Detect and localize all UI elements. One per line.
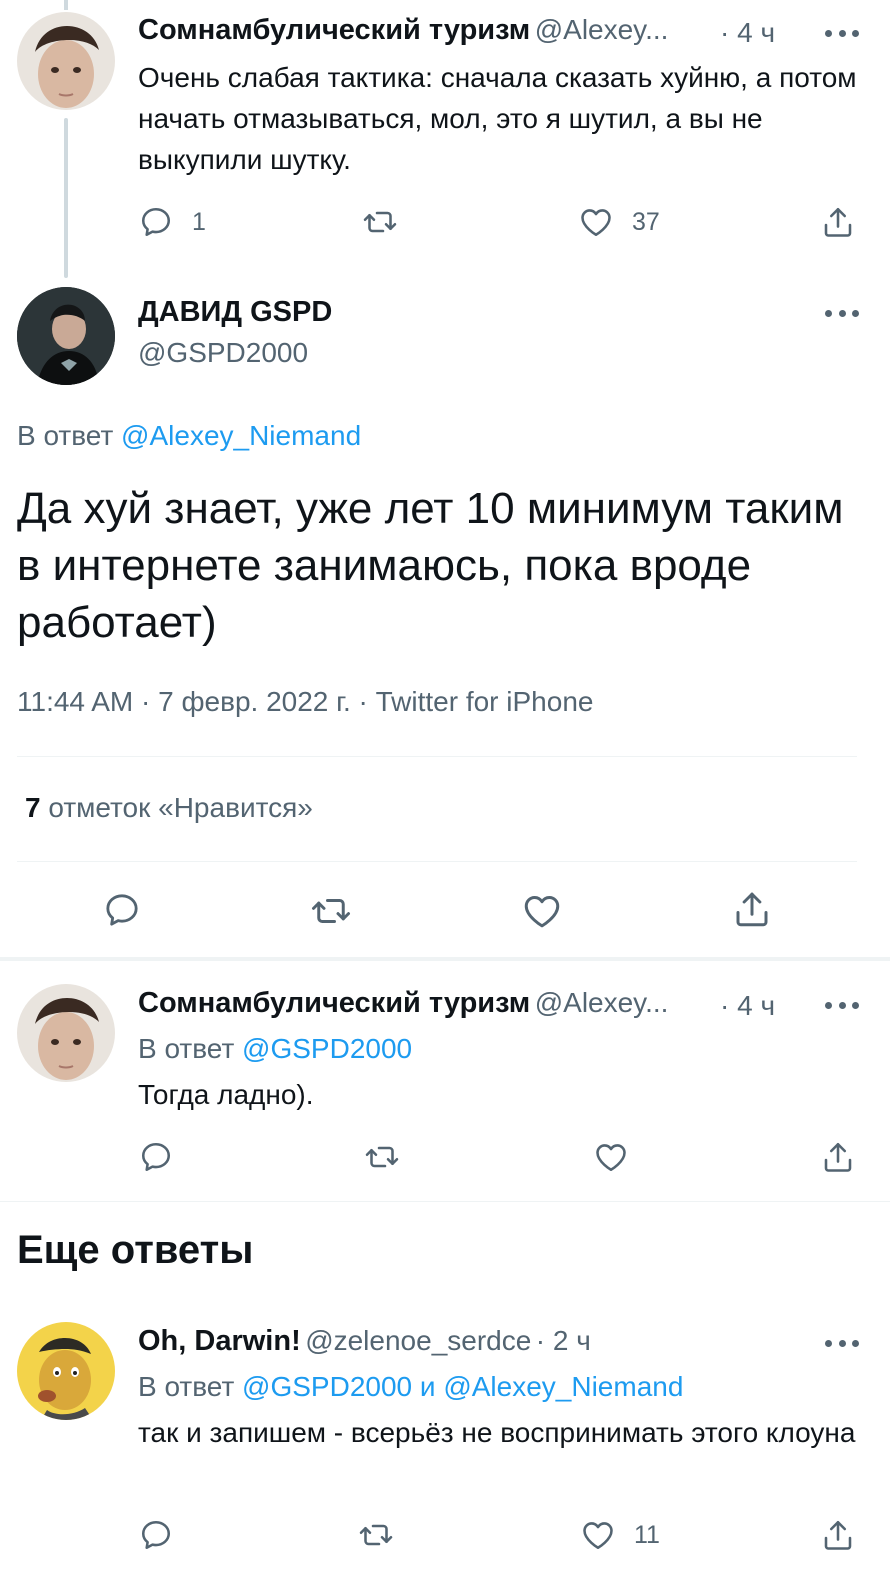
avatar[interactable] bbox=[17, 287, 115, 385]
section-divider bbox=[0, 957, 890, 961]
tweet-text: Да хуй знает, уже лет 10 минимум таким в… bbox=[17, 484, 844, 647]
reply-prefix: В ответ bbox=[17, 420, 122, 451]
divider bbox=[17, 861, 857, 862]
retweet-icon bbox=[358, 1517, 394, 1553]
like-button[interactable]: 11 bbox=[580, 1517, 660, 1553]
mention-link[interactable]: @GSPD2000 bbox=[242, 1033, 412, 1064]
like-icon bbox=[593, 1139, 629, 1175]
share-icon bbox=[820, 1139, 856, 1175]
like-count: 37 bbox=[632, 207, 660, 236]
reply-prefix: В ответ bbox=[138, 1033, 243, 1064]
more-icon[interactable] bbox=[825, 1000, 859, 1010]
user-handle[interactable]: @zelenoe_serdce bbox=[305, 1325, 531, 1356]
tweet-time[interactable]: · 4 ч bbox=[720, 990, 775, 1022]
display-name[interactable]: Oh, Darwin! bbox=[138, 1325, 301, 1357]
share-icon bbox=[820, 1517, 856, 1553]
like-button[interactable]: 37 bbox=[578, 204, 660, 240]
more-icon[interactable] bbox=[825, 308, 859, 318]
reply-icon bbox=[138, 1139, 174, 1175]
reply-context: В ответ @GSPD2000 bbox=[138, 1033, 412, 1065]
user-handle[interactable]: @GSPD2000 bbox=[138, 337, 308, 369]
display-name-text: ДАВИД GSPD bbox=[138, 296, 333, 328]
avatar[interactable] bbox=[17, 984, 115, 1082]
more-icon[interactable] bbox=[825, 28, 859, 38]
tweet-header: Oh, Darwin! @zelenoe_serdce · 2 ч bbox=[138, 1325, 591, 1358]
retweet-button[interactable] bbox=[364, 1139, 400, 1175]
reply-button[interactable] bbox=[138, 1517, 174, 1553]
thread-line bbox=[64, 0, 68, 10]
share-icon bbox=[731, 888, 773, 930]
retweet-button[interactable] bbox=[362, 204, 398, 240]
section-title: Еще ответы bbox=[17, 1228, 254, 1272]
mention-link[interactable]: @Alexey_Niemand bbox=[443, 1371, 683, 1402]
like-count: 11 bbox=[634, 1520, 660, 1549]
tweet-time[interactable]: · 4 ч bbox=[720, 17, 775, 49]
mention-link[interactable]: @Alexey_Niemand bbox=[121, 420, 361, 451]
avatar[interactable] bbox=[17, 12, 115, 110]
tweet-header: Сомнамбулический туризм @Alexey... bbox=[138, 987, 668, 1020]
thread-line bbox=[64, 118, 68, 278]
tweet-text: Очень слабая тактика: сначала сказать ху… bbox=[138, 62, 857, 175]
reply-context: В ответ @Alexey_Niemand bbox=[17, 420, 361, 452]
share-button[interactable] bbox=[820, 1139, 856, 1175]
tweet-text: Тогда ладно). bbox=[138, 1079, 314, 1110]
mention-link[interactable]: @GSPD2000 bbox=[242, 1371, 412, 1402]
reply-button[interactable] bbox=[138, 1139, 174, 1175]
like-icon bbox=[578, 204, 614, 240]
share-button[interactable] bbox=[731, 888, 773, 930]
tweet-time[interactable]: · 2 ч bbox=[536, 1325, 591, 1356]
reply-icon bbox=[138, 1517, 174, 1553]
reply-icon bbox=[102, 890, 142, 930]
like-icon bbox=[521, 890, 563, 932]
more-icon[interactable] bbox=[825, 1338, 859, 1348]
retweet-button[interactable] bbox=[358, 1517, 394, 1553]
user-handle[interactable]: @Alexey... bbox=[535, 14, 669, 45]
tweet-text: так и запишем - всерьёз не воспринимать … bbox=[138, 1417, 856, 1448]
reply-joiner: и bbox=[412, 1371, 444, 1402]
retweet-icon bbox=[310, 890, 352, 932]
display-name[interactable]: Сомнамбулический туризм bbox=[138, 987, 530, 1019]
likes-summary[interactable]: 7 отметок «Нравится» bbox=[25, 792, 313, 824]
likes-count: 7 bbox=[25, 792, 41, 823]
display-name[interactable]: Сомнамбулический туризм bbox=[138, 14, 530, 46]
user-handle[interactable]: @Alexey... bbox=[535, 987, 669, 1018]
reply-context: В ответ @GSPD2000 и @Alexey_Niemand bbox=[138, 1371, 683, 1403]
display-name[interactable]: ДАВИД GSPD bbox=[138, 296, 332, 329]
retweet-icon bbox=[362, 204, 398, 240]
tweet-timestamp[interactable]: 11:44 AM · 7 февр. 2022 г. · Twitter for… bbox=[17, 686, 593, 718]
reply-icon bbox=[138, 204, 174, 240]
reply-button[interactable] bbox=[102, 890, 142, 930]
avatar[interactable] bbox=[17, 1322, 115, 1420]
divider bbox=[17, 756, 857, 757]
reply-prefix: В ответ bbox=[138, 1371, 243, 1402]
share-button[interactable] bbox=[820, 1517, 856, 1553]
share-icon bbox=[820, 204, 856, 240]
tweet-header: Сомнамбулический туризм @Alexey... bbox=[138, 14, 668, 47]
divider bbox=[0, 1201, 890, 1202]
like-icon bbox=[580, 1517, 616, 1553]
share-button[interactable] bbox=[820, 204, 856, 240]
retweet-icon bbox=[364, 1139, 400, 1175]
reply-count: 1 bbox=[192, 207, 206, 236]
like-button[interactable] bbox=[593, 1139, 629, 1175]
retweet-button[interactable] bbox=[310, 890, 352, 932]
reply-button[interactable]: 1 bbox=[138, 204, 206, 240]
like-button[interactable] bbox=[521, 890, 563, 932]
likes-label: отметок «Нравится» bbox=[40, 792, 313, 823]
